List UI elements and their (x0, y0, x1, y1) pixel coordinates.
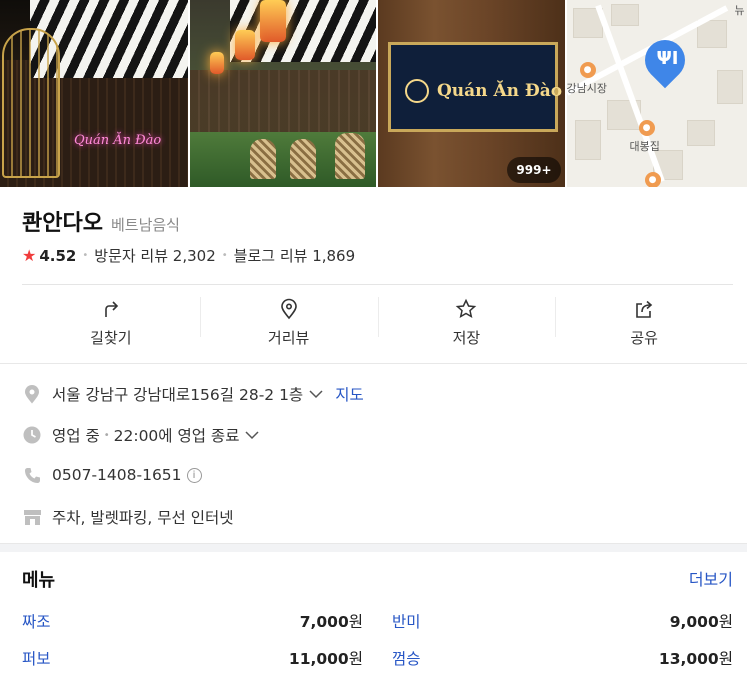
menu-item-name[interactable]: 껌승 (392, 647, 421, 669)
menu-item-name[interactable]: 퍼보 (22, 647, 51, 669)
market-poi-icon: ● (579, 62, 596, 78)
photo-terrace[interactable] (189, 0, 376, 187)
directions-icon (100, 297, 122, 321)
cafe-poi-icon: ● (644, 172, 661, 187)
hours-row: 영업 중 • 22:00에 영업 종료 (22, 424, 259, 446)
birdcage-decoration (2, 28, 60, 178)
restaurant-signboard: Quán Ăn Đào (388, 42, 562, 132)
clock-icon (22, 425, 42, 445)
info-icon[interactable]: i (186, 467, 202, 483)
menu-item-name[interactable]: 짜조 (22, 610, 51, 632)
map-label-market: 강남시장 (566, 82, 607, 95)
amenities-text: 주차, 발렛파킹, 무선 인터넷 (52, 509, 234, 527)
closing-time: 22:00에 영업 종료 (113, 427, 240, 445)
restaurant-icon: ΨI (656, 48, 679, 69)
place-name: 콴안다오 (22, 211, 103, 236)
chair-icon (289, 139, 316, 179)
open-status: 영업 중 (52, 427, 100, 445)
map-label-restaurant: 대봉집 (629, 140, 660, 153)
blog-reviews-link[interactable]: 블로그 리뷰 1,869 (234, 245, 355, 266)
chair-icon (334, 133, 365, 179)
phone-row: 0507-1408-1651 i (22, 465, 202, 485)
share-button[interactable]: 공유 (555, 285, 733, 349)
menu-item-price: 11,000원 (288, 650, 363, 668)
lantern-icon (234, 30, 255, 60)
menu-item: 짜조 7,000원 (22, 610, 363, 632)
action-bar: 길찾기 거리뷰 저장 공유 (22, 284, 733, 349)
rating-row: ★ 4.52 • 방문자 리뷰 2,302 • 블로그 리뷰 1,869 (22, 245, 356, 266)
star-icon (455, 297, 477, 321)
store-icon (22, 507, 42, 527)
emblem-icon (405, 79, 429, 103)
menu-item: 반미 9,000원 (392, 610, 733, 632)
menu-item-price: 9,000원 (669, 613, 733, 631)
menu-item-price: 13,000원 (658, 650, 733, 668)
photo-signboard[interactable]: Quán Ăn Đào 999+ (378, 0, 565, 187)
chevron-down-icon[interactable] (245, 426, 259, 444)
neon-sign-text: Quán Ăn Đào (74, 133, 162, 148)
phone-icon (22, 465, 42, 485)
mini-map[interactable]: ● 강남시장 ● 대봉집 뉴 ● ΨI (566, 0, 747, 187)
lantern-icon (259, 0, 286, 42)
menu-item-price: 7,000원 (299, 613, 363, 631)
directions-button[interactable]: 길찾기 (22, 285, 200, 349)
menu-item-name[interactable]: 반미 (392, 610, 421, 632)
photo-storefront[interactable]: Quán Ăn Đào (0, 0, 188, 187)
restaurant-poi-icon: ● (638, 120, 655, 136)
address-row: 서울 강남구 강남대로156길 28-2 1층 지도 (22, 383, 364, 405)
visitor-reviews-link[interactable]: 방문자 리뷰 2,302 (94, 245, 215, 266)
rating-star-icon: ★ (22, 246, 37, 265)
street-view-icon (278, 297, 300, 321)
location-icon (22, 384, 42, 404)
menu-more-link[interactable]: 더보기 (689, 566, 733, 590)
photo-count-badge[interactable]: 999+ (507, 157, 561, 183)
share-icon (633, 297, 655, 321)
photo-strip: Quán Ăn Đào Quán Ăn Đào 999+ ● 강남시장 ● 대봉… (0, 0, 747, 187)
address-text: 서울 강남구 강남대로156길 28-2 1층 (52, 386, 304, 404)
menu-item: 퍼보 11,000원 (22, 647, 363, 669)
lantern-icon (209, 52, 224, 74)
save-button[interactable]: 저장 (377, 285, 556, 349)
street-view-button[interactable]: 거리뷰 (199, 285, 378, 349)
map-label-corner: 뉴 (734, 4, 745, 17)
chair-icon (249, 139, 276, 179)
place-category: 베트남음식 (110, 216, 180, 234)
place-header: 콴안다오 베트남음식 (22, 205, 180, 237)
map-link[interactable]: 지도 (335, 383, 364, 405)
amenities-row: 주차, 발렛파킹, 무선 인터넷 (22, 506, 234, 528)
phone-number[interactable]: 0507-1408-1651 (52, 466, 182, 484)
chevron-down-icon[interactable] (309, 385, 323, 403)
menu-section-title: 메뉴 (22, 570, 56, 591)
menu-item: 껌승 13,000원 (392, 647, 733, 669)
rating-value: 4.52 (39, 246, 77, 265)
